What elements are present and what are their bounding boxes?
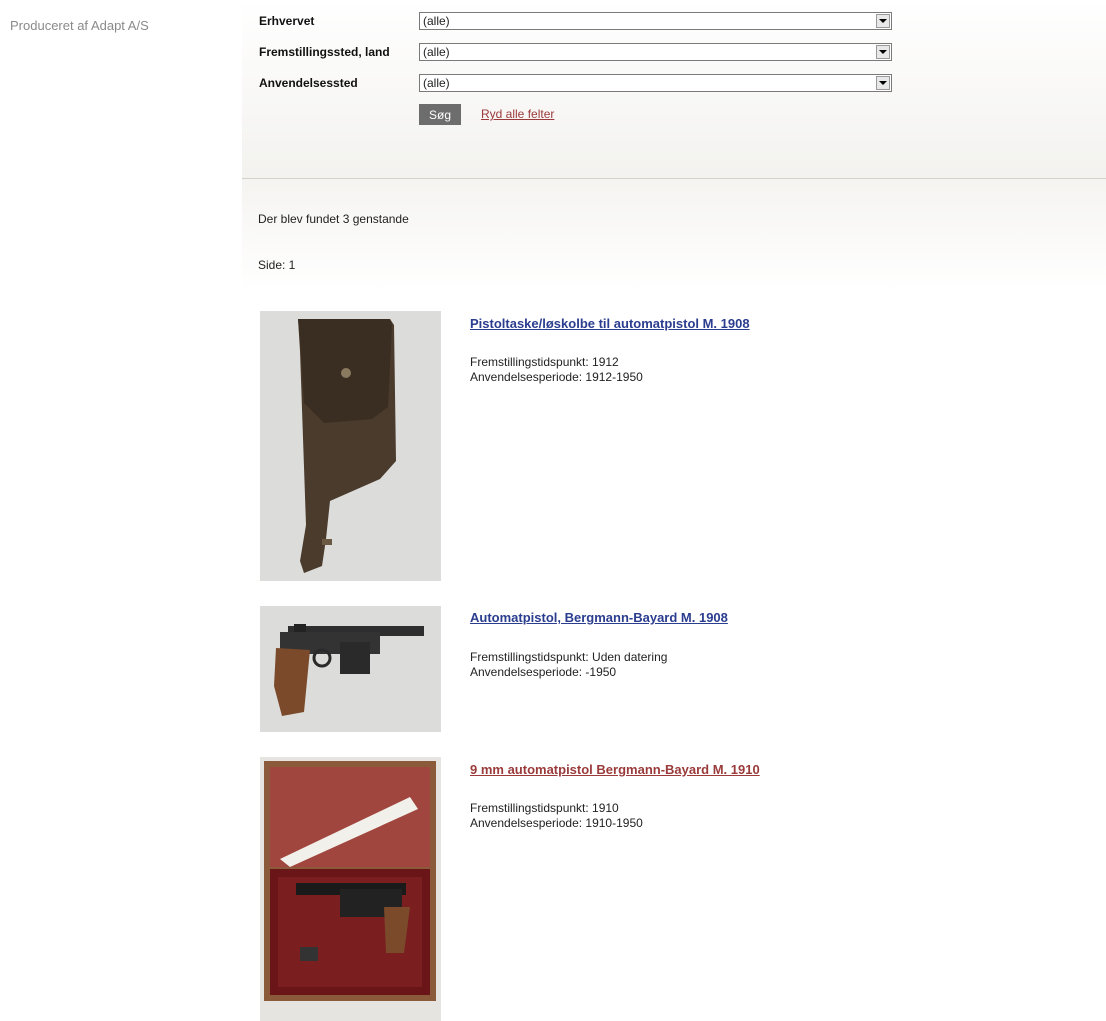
page: Produceret af Adapt A/S Erhvervet (alle)… — [0, 0, 1106, 1021]
production-date: Fremstillingstidspunkt: 1912 — [470, 355, 619, 369]
search-button[interactable]: Søg — [419, 104, 461, 125]
filter-label: Fremstillingssted, land — [259, 45, 390, 59]
producer-credit: Produceret af Adapt A/S — [10, 18, 149, 33]
dropdown-arrow-icon[interactable] — [876, 14, 890, 28]
anvendelsessted-select[interactable]: (alle) — [419, 74, 892, 92]
dropdown-arrow-icon[interactable] — [876, 76, 890, 90]
item-title-link[interactable]: 9 mm automatpistol Bergmann-Bayard M. 19… — [470, 762, 760, 777]
item-meta: Fremstillingstidspunkt: 1910 Anvendelses… — [470, 801, 643, 831]
fremstillingssted-select[interactable]: (alle) — [419, 43, 892, 61]
filter-label: Anvendelsessted — [259, 76, 358, 90]
filter-label: Erhvervet — [259, 14, 315, 28]
erhvervet-select[interactable]: (alle) — [419, 12, 892, 30]
filter-row-erhvervet: Erhvervet (alle) — [259, 11, 892, 31]
results-count: Der blev fundet 3 genstande — [258, 212, 409, 226]
holster-stock-image — [260, 311, 441, 581]
select-value: (alle) — [423, 76, 450, 90]
item-meta: Fremstillingstidspunkt: Uden datering An… — [470, 650, 667, 680]
pistol-image — [260, 606, 441, 732]
item-title-link[interactable]: Pistoltaske/løskolbe til automatpistol M… — [470, 316, 750, 331]
filter-row-anvendelsessted: Anvendelsessted (alle) — [259, 73, 892, 93]
production-date: Fremstillingstidspunkt: 1910 — [470, 801, 619, 815]
item-thumbnail[interactable] — [260, 606, 441, 732]
clear-all-fields-link[interactable]: Ryd alle felter — [481, 107, 554, 121]
usage-period: Anvendelsesperiode: -1950 — [470, 665, 617, 679]
production-date: Fremstillingstidspunkt: Uden datering — [470, 650, 668, 664]
results-summary-panel — [242, 179, 1106, 291]
select-value: (alle) — [423, 14, 450, 28]
usage-period: Anvendelsesperiode: 1910-1950 — [470, 816, 643, 830]
item-thumbnail[interactable] — [260, 311, 441, 581]
item-title-link[interactable]: Automatpistol, Bergmann-Bayard M. 1908 — [470, 610, 728, 625]
dropdown-arrow-icon[interactable] — [876, 45, 890, 59]
filter-row-fremstillingssted: Fremstillingssted, land (alle) — [259, 42, 892, 62]
page-indicator: Side: 1 — [258, 258, 296, 272]
select-value: (alle) — [423, 45, 450, 59]
cased-pistol-image — [260, 757, 441, 1021]
usage-period: Anvendelsesperiode: 1912-1950 — [470, 370, 643, 384]
item-meta: Fremstillingstidspunkt: 1912 Anvendelses… — [470, 355, 643, 385]
item-thumbnail[interactable] — [260, 757, 441, 1021]
